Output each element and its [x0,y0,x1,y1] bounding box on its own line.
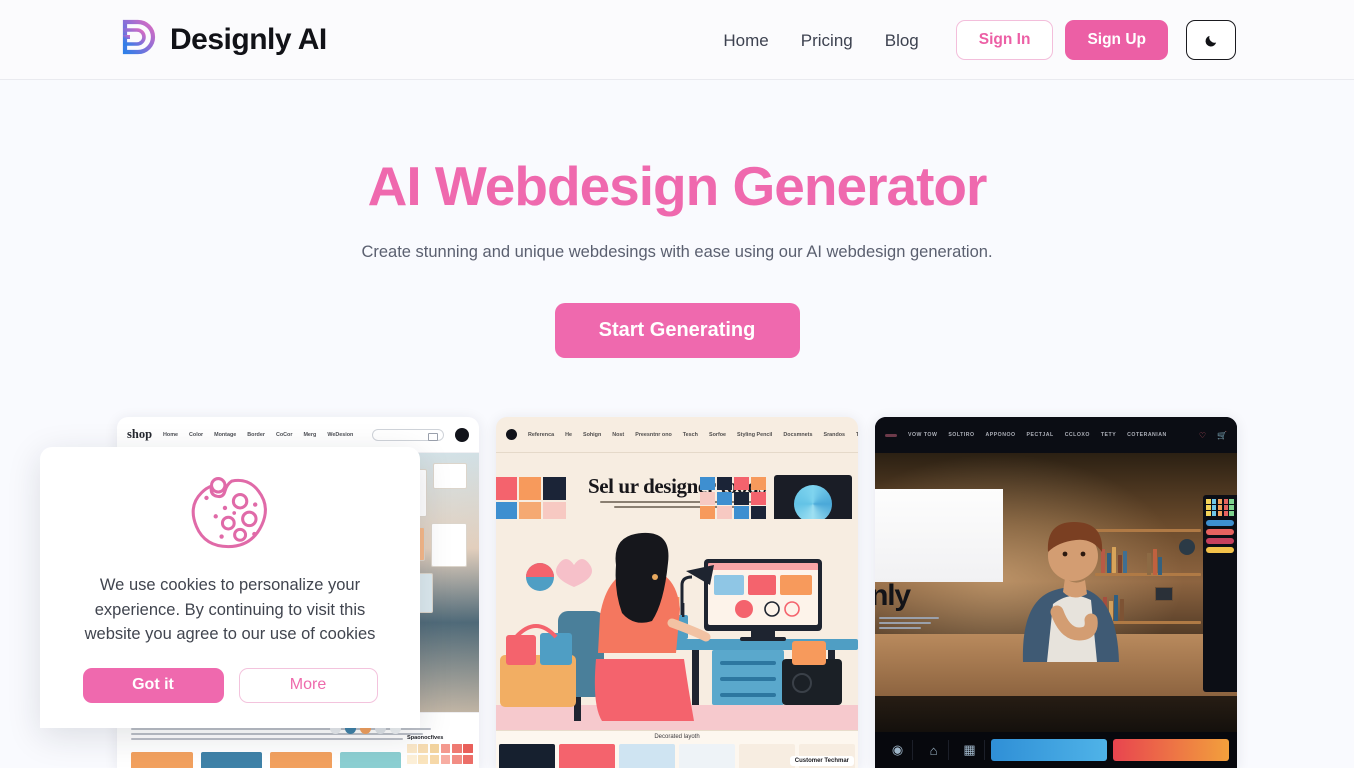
mockup-nav-item: Nost [612,431,625,438]
website-mockup-cream: Referenca He Sohign Nost Preesntnr ono T… [496,417,858,768]
brand-logo[interactable]: Designly AI [119,18,327,62]
mockup-nav-item: Montage [214,431,237,438]
mockup-nav-item: Srandos [823,431,846,438]
sign-in-button[interactable]: Sign In [955,20,1054,60]
designly-d-logo-icon [122,19,156,55]
mockup-nav-item: Sohign [582,431,602,438]
mockup-nav-item: Referenca [528,431,555,438]
mockup-nav-item: Docsmnets [783,431,813,438]
mockup-logo: shop [127,427,153,441]
site-header: Designly AI Home Pricing Blog Sign In Si… [0,0,1354,80]
cookie-message: We use cookies to personalize your exper… [84,576,376,644]
mockup-badge: Customer Techmar [789,756,854,766]
mockup-palette-panel: Spaonocfives [407,735,473,764]
illustration-designer-woman [496,519,858,734]
mockup-nav-item: He [565,431,572,438]
mockup-nav-item: VOW TOW [908,432,938,438]
mockup-nav-item: WeDesion [327,431,354,438]
mockup-nav-item: Styling Pencil [737,431,773,438]
mockup-navbar: Referenca He Sohign Nost Preesntnr ono T… [496,417,858,453]
sign-up-button[interactable]: Sign Up [1065,20,1168,60]
mockup-nav-item: APPONOO [985,432,1016,438]
mockup-nav-item: CCLOXO [1064,432,1090,438]
globe-icon: ◉ [883,740,913,760]
mockup-nav-item: Home [163,431,179,438]
cookie-consent-banner: We use cookies to personalize your exper… [40,447,420,728]
page-title: AI Webdesign Generator [367,155,988,217]
mockup-avatar [506,429,517,440]
brand-name: Designly AI [170,23,327,56]
nav-link-pricing[interactable]: Pricing [785,32,869,49]
cart-icon: 🛒 [1217,430,1227,440]
start-generating-button[interactable]: Start Generating [554,302,800,358]
mockup-nav-item: SOLTIRO [948,432,975,438]
mockup-nav-item: Torlus [856,432,858,438]
mockup-hero-panel: gnly [875,489,1003,629]
website-mockup-dark: VOW TOW SOLTIRO APPONOO PECTJAL CCLOXO T… [875,417,1237,768]
cookie-more-button[interactable]: More [238,667,378,703]
cookie-icon [191,477,267,549]
hero-section: AI Webdesign Generator Create stunning a… [0,80,1354,358]
mockup-navbar: VOW TOW SOLTIRO APPONOO PECTJAL CCLOXO T… [875,417,1237,453]
mockup-right-sidebar [1203,495,1237,692]
mockup-menu-icon [885,433,897,437]
mockup-footer: ◉ ⌂ ▦ [875,732,1237,768]
illustration-designer-man: gnly [875,453,1237,732]
mockup-cta-primary [991,739,1107,761]
mockup-nav-item: COTERANIAN [1127,432,1167,438]
mockup-nav-item: Tesch [682,431,698,438]
nav-link-home[interactable]: Home [723,32,784,49]
main-navigation: Home Pricing Blog Sign In Sign Up [723,0,1236,80]
theme-toggle-button[interactable] [1186,20,1236,60]
showcase-card-3[interactable]: VOW TOW SOLTIRO APPONOO PECTJAL CCLOXO T… [875,417,1237,768]
mockup-palette-label: Spaonocfives [407,735,444,742]
home-icon: ⌂ [919,740,949,760]
mockup-nav-item: Color [189,431,204,438]
mockup-tiles [131,752,401,768]
moon-icon [1205,35,1216,46]
mockup-footer: Decorated layoth Customer Techmar [496,730,858,768]
showcase-card-2[interactable]: Referenca He Sohign Nost Preesntnr ono T… [496,417,858,768]
mockup-footer-label: Decorated layoth [654,734,700,740]
nav-link-blog[interactable]: Blog [869,32,935,49]
mockup-nav-item: PECTJAL [1026,432,1054,438]
mockup-heading: gnly [875,579,911,612]
hero-subtitle: Create stunning and unique webdesings wi… [361,242,993,261]
mockup-nav-item: CoCor [275,431,293,438]
mockup-cta-secondary [1113,739,1229,761]
hero-cta-wrapper: Start Generating [0,302,1354,358]
mockup-nav-item: TETY [1100,432,1117,438]
mockup-nav-item: Preesntnr ono [635,431,672,438]
mockup-avatar [455,427,469,442]
scene-person [1022,522,1119,662]
cookie-actions: Got it More [82,667,378,703]
mockup-nav-item: Sorfoe [708,431,727,438]
mockup-search-input [372,428,444,441]
cookie-accept-button[interactable]: Got it [82,667,224,703]
grid-icon: ▦ [955,740,985,760]
mockup-nav-item: Border [247,431,265,438]
mockup-nav-item: Merg [303,431,317,438]
heart-icon: ♡ [1198,430,1207,440]
